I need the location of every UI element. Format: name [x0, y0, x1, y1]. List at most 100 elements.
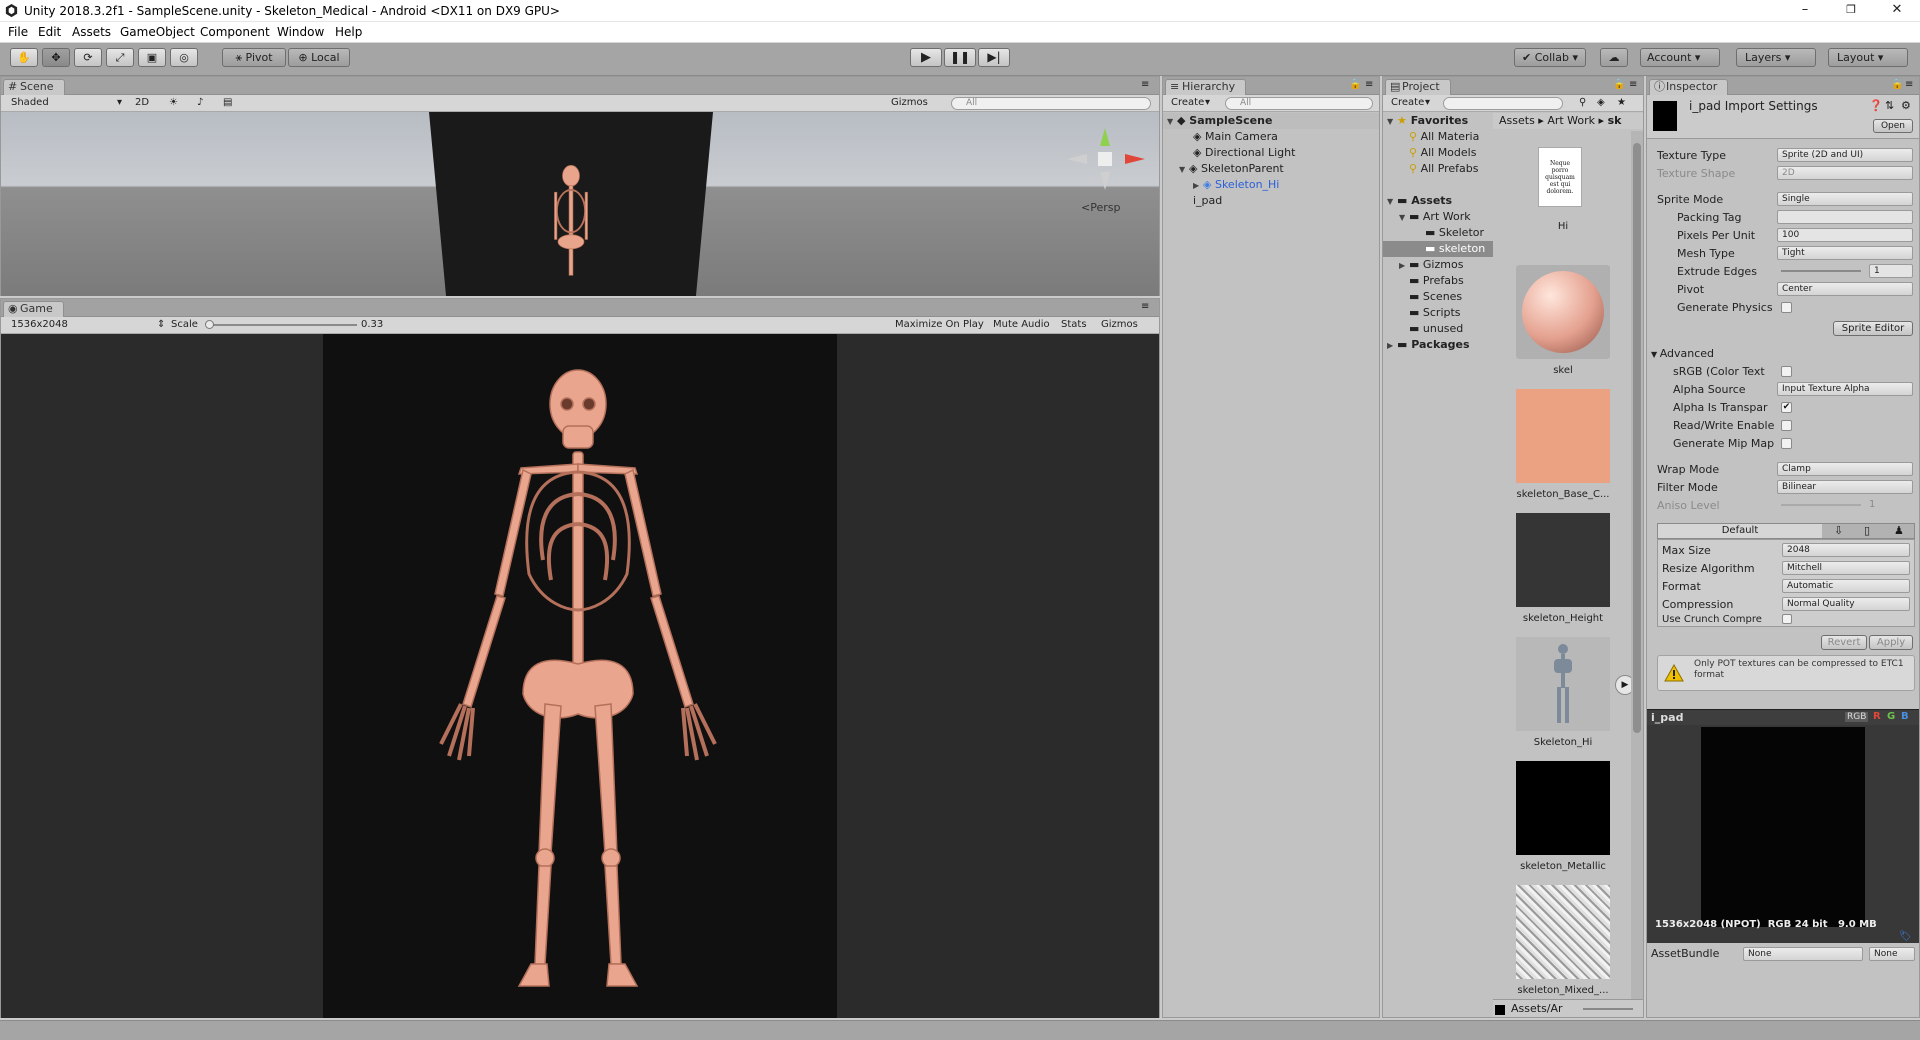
open-button[interactable]: Open [1873, 119, 1913, 133]
orientation-gizmo[interactable] [1063, 124, 1147, 194]
layout-dropdown[interactable]: Layout ▾ [1828, 48, 1908, 67]
folder-unused[interactable]: ▬ unused [1383, 321, 1493, 337]
rect-tool-button[interactable]: ▣ [138, 48, 166, 67]
mode-2d-toggle[interactable]: 2D [135, 97, 149, 108]
panel-menu-icon[interactable]: ≡ [1141, 79, 1149, 90]
filter-dropdown[interactable]: Bilinear [1777, 480, 1913, 494]
fold-arrow-icon[interactable]: ▼ [1179, 162, 1189, 178]
tab-inspector[interactable]: ⓘ Inspector [1649, 79, 1729, 95]
game-viewport[interactable] [1, 334, 1159, 1018]
folder-skeleton[interactable]: ▬ skeleton [1383, 241, 1493, 257]
effects-toggle-icon[interactable]: ▤ [223, 97, 232, 108]
scale-slider-thumb[interactable] [205, 320, 214, 329]
favorite-all-models[interactable]: ⚲ All Models [1383, 145, 1493, 161]
sprite-mode-dropdown[interactable]: Single [1777, 192, 1913, 206]
preview-rgb-toggle[interactable]: RGB [1845, 712, 1869, 722]
favorite-star-icon[interactable]: ★ [1617, 97, 1626, 108]
sprite-editor-button[interactable]: Sprite Editor [1833, 321, 1913, 336]
hierarchy-create-dropdown[interactable]: Create [1171, 97, 1204, 108]
alpha-transp-checkbox[interactable]: ✔ [1781, 402, 1792, 413]
preview-g-toggle[interactable]: G [1887, 711, 1895, 722]
minimize-button[interactable]: – [1782, 0, 1828, 22]
pivot-toggle[interactable]: ⚹ Pivot [222, 48, 286, 67]
menu-file[interactable]: File [8, 25, 28, 39]
expand-play-icon[interactable]: ▶ [1615, 675, 1631, 695]
srgb-checkbox[interactable] [1781, 366, 1792, 377]
game-gizmos-dropdown[interactable]: Gizmos [1101, 319, 1138, 330]
extrude-input[interactable]: 1 [1869, 264, 1913, 278]
shading-dropdown[interactable]: Shaded [11, 97, 49, 108]
hierarchy-item-skeleton-hi[interactable]: ▶ ◈ Skeleton_Hi [1163, 177, 1379, 193]
packing-tag-input[interactable] [1777, 210, 1913, 224]
maxsize-dropdown[interactable]: 2048 [1782, 543, 1910, 557]
project-lock-icon[interactable]: 🔒 [1613, 79, 1625, 90]
icon-size-slider[interactable] [1583, 1008, 1633, 1010]
move-tool-button[interactable]: ✥ [42, 48, 70, 67]
favorite-all-materials[interactable]: ⚲ All Materia [1383, 129, 1493, 145]
maximize-button[interactable]: ❐ [1828, 0, 1874, 22]
persp-label[interactable]: <Persp [1081, 201, 1120, 214]
folder-art-work[interactable]: ▼ ▬ Art Work [1383, 209, 1493, 225]
help-icon[interactable]: ❓ [1869, 99, 1883, 112]
game-panel-menu-icon[interactable]: ≡ [1141, 301, 1149, 312]
scene-gizmos-dropdown[interactable]: Gizmos [891, 97, 928, 108]
breadcrumb-artwork[interactable]: Art Work [1547, 114, 1595, 127]
pause-button[interactable]: ❚❚ [944, 48, 976, 67]
mute-audio-toggle[interactable]: Mute Audio [993, 319, 1050, 330]
fold-arrow-icon[interactable]: ▼ [1399, 210, 1409, 226]
step-button[interactable]: ▶| [978, 48, 1010, 67]
menu-assets[interactable]: Assets [72, 25, 111, 39]
format-dropdown[interactable]: Automatic [1782, 579, 1910, 593]
scene-root-row[interactable]: ▼ ◆ SampleScene [1163, 113, 1379, 129]
pivot-dropdown[interactable]: Center [1777, 282, 1913, 296]
project-search-input[interactable] [1443, 97, 1563, 110]
folder-scenes[interactable]: ▬ Scenes [1383, 289, 1493, 305]
folder-prefabs[interactable]: ▬ Prefabs [1383, 273, 1493, 289]
assetbundle-variant-dropdown[interactable]: None [1869, 947, 1915, 961]
hierarchy-item-i-pad[interactable]: i_pad [1163, 193, 1379, 209]
preview-b-toggle[interactable]: B [1901, 711, 1909, 722]
mipmap-checkbox[interactable] [1781, 438, 1792, 449]
extrude-slider[interactable] [1781, 270, 1861, 272]
breadcrumb-assets[interactable]: Assets [1499, 114, 1535, 127]
breadcrumb-current[interactable]: sk [1608, 114, 1622, 127]
android-icon[interactable]: ♟ [1894, 524, 1904, 537]
preset-icon[interactable]: ⇅ [1885, 99, 1894, 112]
fold-arrow-icon[interactable]: ▼ [1387, 194, 1397, 210]
transform-tool-button[interactable]: ◎ [170, 48, 198, 67]
filter-type-icon[interactable]: ⚲ [1579, 97, 1586, 108]
hierarchy-item-main-camera[interactable]: ◈ Main Camera [1163, 129, 1379, 145]
apply-button[interactable]: Apply [1869, 635, 1913, 650]
preview-r-toggle[interactable]: R [1873, 711, 1881, 722]
menu-gameobject[interactable]: GameObject [120, 25, 195, 39]
fold-arrow-icon[interactable]: ▶ [1399, 258, 1409, 274]
favorites-row[interactable]: ▼ ★ Favorites [1383, 113, 1493, 129]
project-create-dropdown[interactable]: Create [1391, 97, 1424, 108]
tab-project[interactable]: ▤ Project [1385, 79, 1451, 95]
folder-scripts[interactable]: ▬ Scripts [1383, 305, 1493, 321]
maximize-on-play-toggle[interactable]: Maximize On Play [895, 319, 984, 330]
hierarchy-item-directional-light[interactable]: ◈ Directional Light [1163, 145, 1379, 161]
menu-component[interactable]: Component [200, 25, 270, 39]
lock-icon[interactable]: 🔒 [1349, 79, 1361, 90]
audio-toggle-icon[interactable]: ♪ [197, 97, 203, 108]
stats-toggle[interactable]: Stats [1061, 319, 1087, 330]
filter-label-icon[interactable]: ◈ [1597, 97, 1605, 108]
hierarchy-menu-icon[interactable]: ≡ [1365, 79, 1373, 90]
inspector-menu-icon[interactable]: ≡ [1905, 79, 1913, 90]
folder-skeletor[interactable]: ▬ Skeletor [1383, 225, 1493, 241]
project-menu-icon[interactable]: ≡ [1629, 79, 1637, 90]
project-scrollbar[interactable] [1631, 131, 1643, 999]
assetbundle-dropdown[interactable]: None [1743, 947, 1863, 961]
lighting-toggle-icon[interactable]: ☀ [169, 97, 178, 108]
scale-tool-button[interactable]: ⤢ [106, 48, 134, 67]
favorite-all-prefabs[interactable]: ⚲ All Prefabs [1383, 161, 1493, 177]
local-toggle[interactable]: ⊕ Local [288, 48, 350, 67]
fold-arrow-icon[interactable]: ▶ [1193, 178, 1203, 194]
menu-edit[interactable]: Edit [38, 25, 61, 39]
ppu-input[interactable]: 100 [1777, 228, 1913, 242]
crunch-checkbox[interactable] [1782, 614, 1792, 624]
hierarchy-item-skeletonparent[interactable]: ▼ ◈ SkeletonParent [1163, 161, 1379, 177]
alpha-source-dropdown[interactable]: Input Texture Alpha [1777, 382, 1913, 396]
menu-help[interactable]: Help [335, 25, 362, 39]
